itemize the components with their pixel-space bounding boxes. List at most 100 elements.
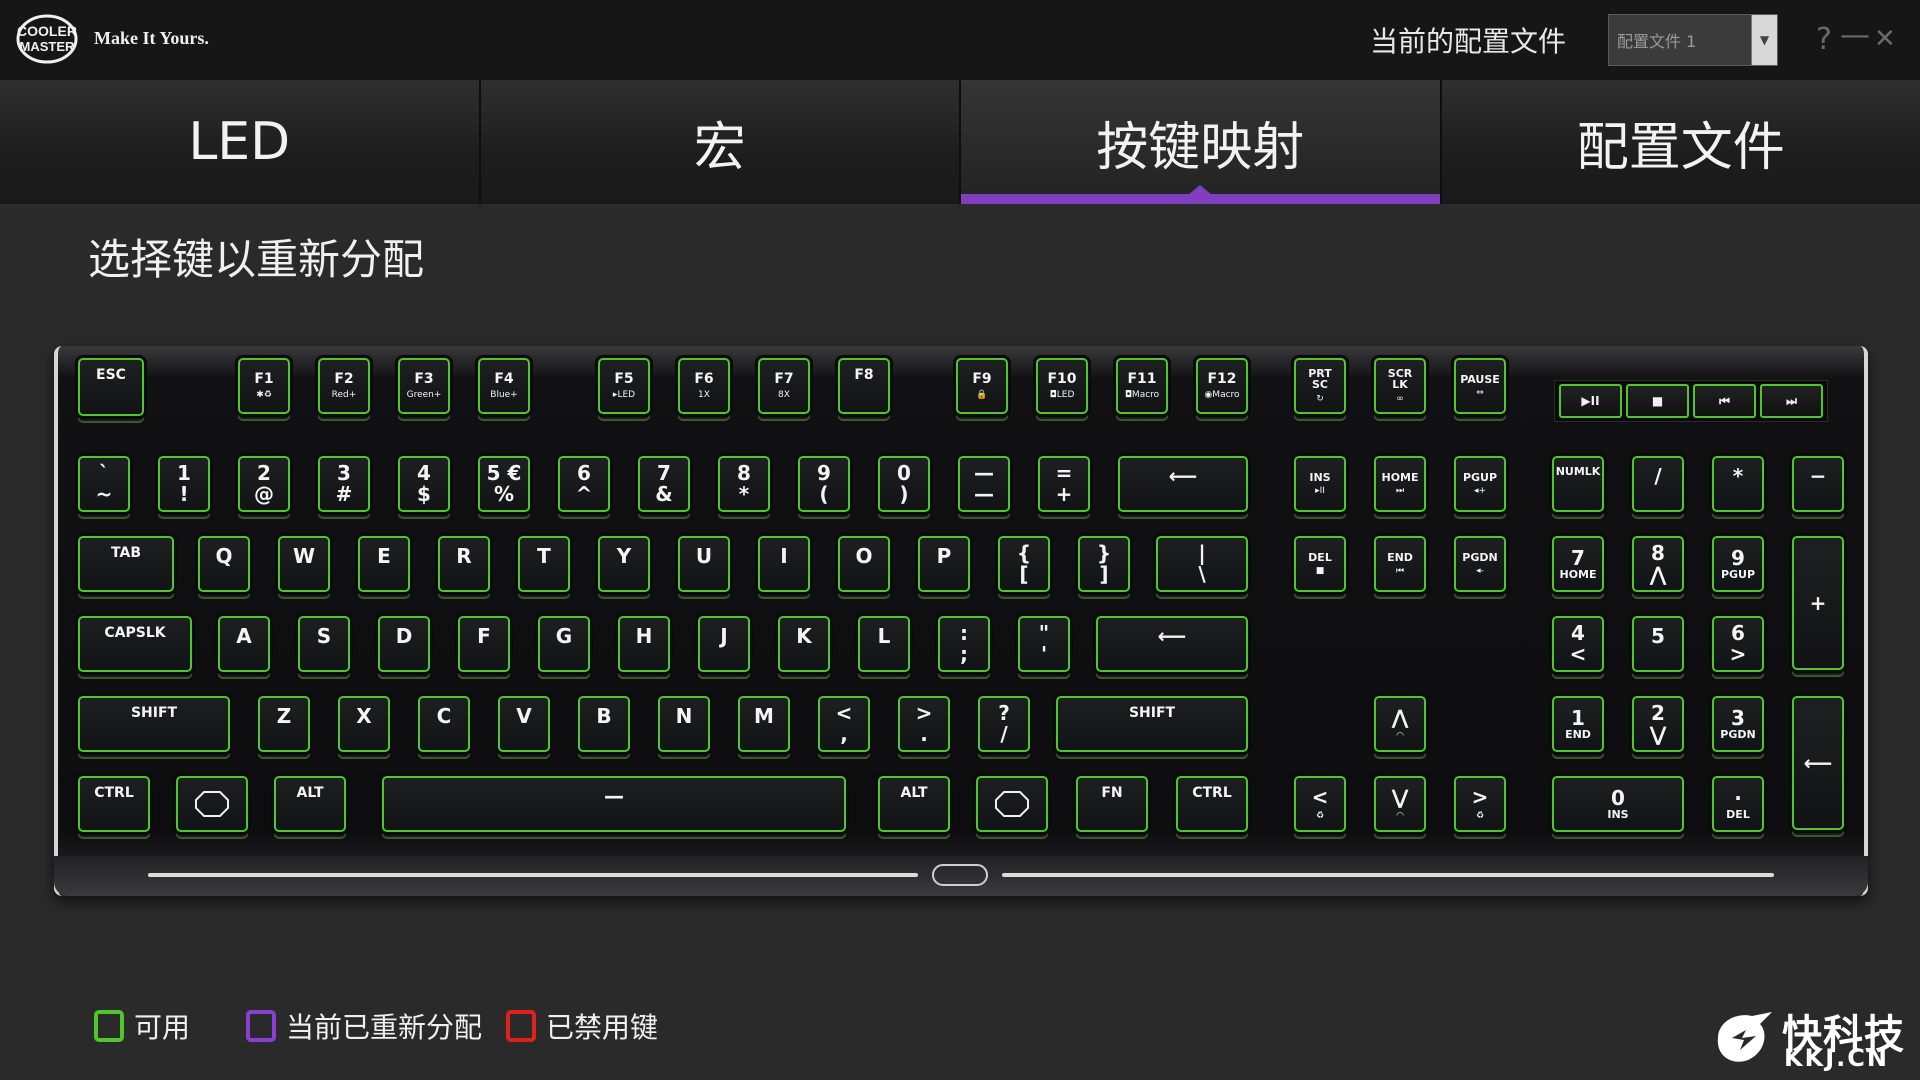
key-numpad-6[interactable]: 6 > — [1712, 616, 1764, 672]
profile-dropdown[interactable]: 配置文件 1 ▼ — [1608, 14, 1778, 66]
key-space[interactable]: — — [382, 776, 846, 832]
key-f5[interactable]: F5 ▸LED — [598, 358, 650, 414]
key-insert[interactable]: INS ▸II — [1294, 456, 1346, 512]
key-e[interactable]: E — [358, 536, 410, 592]
key-right-ctrl[interactable]: CTRL — [1176, 776, 1248, 832]
key-g[interactable]: G — [538, 616, 590, 672]
key-b[interactable]: B — [578, 696, 630, 752]
key-right-alt[interactable]: ALT — [878, 776, 950, 832]
key-x[interactable]: X — [338, 696, 390, 752]
key-6[interactable]: 6 ^ — [558, 456, 610, 512]
key-right-win[interactable] — [976, 776, 1048, 832]
key-numpad-1[interactable]: 1 END — [1552, 696, 1604, 752]
key-m[interactable]: M — [738, 696, 790, 752]
key-numpad-divide[interactable]: / — [1632, 456, 1684, 512]
media-stop-button[interactable]: ■ — [1626, 384, 1689, 418]
key-k[interactable]: K — [778, 616, 830, 672]
key-backslash[interactable]: | \ — [1156, 536, 1248, 592]
key-numpad-3[interactable]: 3 PGDN — [1712, 696, 1764, 752]
key-arrow-left[interactable]: < ♻ — [1294, 776, 1346, 832]
key-left-ctrl[interactable]: CTRL — [78, 776, 150, 832]
key-o[interactable]: O — [838, 536, 890, 592]
key-grave[interactable]: ` ~ — [78, 456, 130, 512]
key-numpad-2[interactable]: 2 ⋁ — [1632, 696, 1684, 752]
minimize-icon[interactable]: — — [1840, 18, 1870, 53]
key-j[interactable]: J — [698, 616, 750, 672]
key-w[interactable]: W — [278, 536, 330, 592]
key-numpad-decimal[interactable]: · DEL — [1712, 776, 1764, 832]
key-numpad-multiply[interactable]: * — [1712, 456, 1764, 512]
key-right-bracket[interactable]: }] — [1078, 536, 1130, 592]
key-p[interactable]: P — [918, 536, 970, 592]
key-fn[interactable]: FN — [1076, 776, 1148, 832]
chevron-down-icon[interactable]: ▼ — [1751, 15, 1777, 65]
key-home[interactable]: HOME ⏭ — [1374, 456, 1426, 512]
key-n[interactable]: N — [658, 696, 710, 752]
key-left-shift[interactable]: SHIFT — [78, 696, 230, 752]
key-numpad-7[interactable]: 7 HOME — [1552, 536, 1604, 592]
key-semicolon[interactable]: :; — [938, 616, 990, 672]
key-2[interactable]: 2 @ — [238, 456, 290, 512]
key-page-up[interactable]: PGUP ◂+ — [1454, 456, 1506, 512]
key-h[interactable]: H — [618, 616, 670, 672]
key-period[interactable]: >. — [898, 696, 950, 752]
key-left-win[interactable] — [176, 776, 248, 832]
key-c[interactable]: C — [418, 696, 470, 752]
key-arrow-down[interactable]: ⋁ ◠ — [1374, 776, 1426, 832]
key-8[interactable]: 8 * — [718, 456, 770, 512]
key-1[interactable]: 1! — [158, 456, 210, 512]
key-s[interactable]: S — [298, 616, 350, 672]
key-f7[interactable]: F7 8X — [758, 358, 810, 414]
key-9[interactable]: 9( — [798, 456, 850, 512]
key-numpad-5[interactable]: 5 — [1632, 616, 1684, 672]
key-quote[interactable]: " ' — [1018, 616, 1070, 672]
tab-led[interactable]: LED — [0, 80, 479, 204]
key-arrow-right[interactable]: > ♻ — [1454, 776, 1506, 832]
key-print-screen[interactable]: PRT SC ↻ — [1294, 358, 1346, 414]
tab-key-mapping[interactable]: 按键映射 — [961, 80, 1440, 204]
key-slash[interactable]: ? / — [978, 696, 1030, 752]
key-z[interactable]: Z — [258, 696, 310, 752]
key-left-alt[interactable]: ALT — [274, 776, 346, 832]
key-right-shift[interactable]: SHIFT — [1056, 696, 1248, 752]
key-f[interactable]: F — [458, 616, 510, 672]
media-play-pause-button[interactable]: ▶II — [1559, 384, 1622, 418]
key-tab[interactable]: TAB — [78, 536, 174, 592]
key-v[interactable]: V — [498, 696, 550, 752]
key-end[interactable]: END ⏮ — [1374, 536, 1426, 592]
key-t[interactable]: T — [518, 536, 570, 592]
key-f12[interactable]: F12 ◉Macro — [1196, 358, 1248, 414]
key-r[interactable]: R — [438, 536, 490, 592]
tab-profiles[interactable]: 配置文件 — [1441, 80, 1920, 204]
key-4[interactable]: 4 $ — [398, 456, 450, 512]
key-left-bracket[interactable]: {[ — [998, 536, 1050, 592]
key-f11[interactable]: F11 ◘Macro — [1116, 358, 1168, 414]
key-backspace[interactable]: ⟵ — [1118, 456, 1248, 512]
key-num-lock[interactable]: NUMLK — [1552, 456, 1604, 512]
key-f1[interactable]: F1 ✱♻ — [238, 358, 290, 414]
key-u[interactable]: U — [678, 536, 730, 592]
key-d[interactable]: D — [378, 616, 430, 672]
key-arrow-up[interactable]: ⋀ ◠ — [1374, 696, 1426, 752]
help-icon[interactable]: ? — [1816, 22, 1832, 57]
key-3[interactable]: 3 # — [318, 456, 370, 512]
key-q[interactable]: Q — [198, 536, 250, 592]
key-numpad-plus[interactable]: + — [1792, 536, 1844, 670]
key-comma[interactable]: <, — [818, 696, 870, 752]
key-f2[interactable]: F2 Red+ — [318, 358, 370, 414]
key-i[interactable]: I — [758, 536, 810, 592]
key-caps-lock[interactable]: CAPSLK — [78, 616, 192, 672]
key-minus[interactable]: — — — [958, 456, 1010, 512]
key-l[interactable]: L — [858, 616, 910, 672]
key-f6[interactable]: F6 1X — [678, 358, 730, 414]
key-f10[interactable]: F10 ◘LED — [1036, 358, 1088, 414]
key-numpad-9[interactable]: 9 PGUP — [1712, 536, 1764, 592]
media-next-button[interactable]: ⏭ — [1760, 384, 1823, 418]
key-numpad-minus[interactable]: − — [1792, 456, 1844, 512]
key-numpad-8[interactable]: 8 ⋀ — [1632, 536, 1684, 592]
key-0[interactable]: 0) — [878, 456, 930, 512]
key-esc[interactable]: ESC — [78, 358, 144, 416]
key-f4[interactable]: F4 Blue+ — [478, 358, 530, 414]
key-y[interactable]: Y — [598, 536, 650, 592]
key-5[interactable]: 5 €% — [478, 456, 530, 512]
